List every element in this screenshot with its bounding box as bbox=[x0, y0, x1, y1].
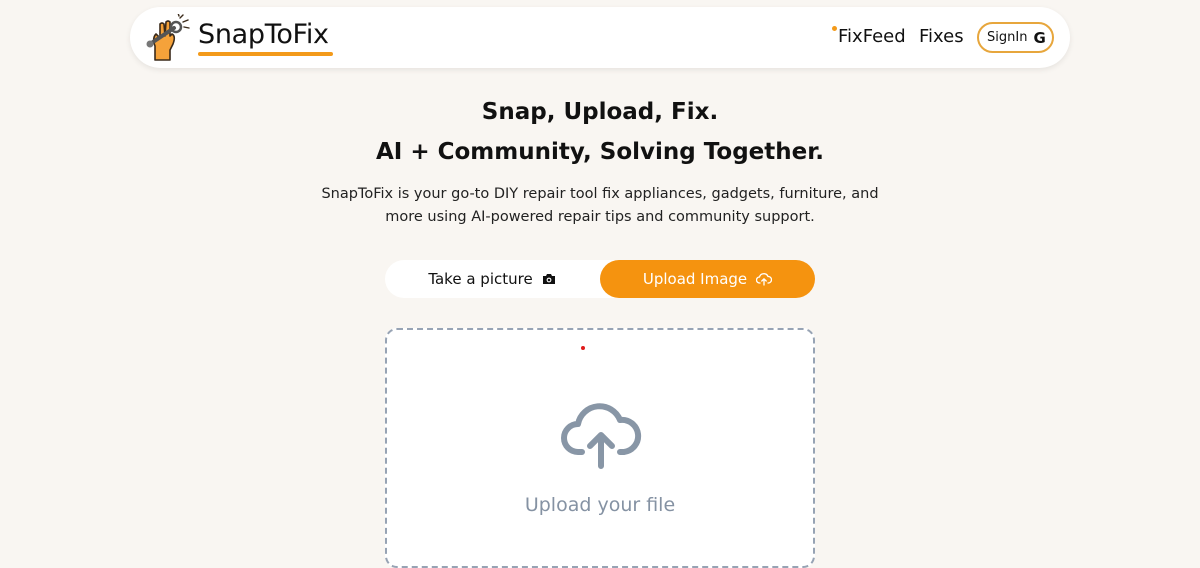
brand-underline bbox=[198, 52, 333, 56]
hand-wrench-logo-icon[interactable] bbox=[146, 12, 192, 62]
camera-icon bbox=[542, 273, 556, 285]
status-dot bbox=[581, 346, 585, 350]
upload-your-file-label: Upload your file bbox=[524, 494, 676, 516]
upload-image-tab[interactable]: Upload Image bbox=[600, 260, 815, 298]
cloud-upload-icon bbox=[756, 272, 773, 286]
google-icon: G bbox=[1033, 28, 1046, 47]
nav-link-fixes[interactable]: Fixes bbox=[919, 25, 964, 49]
brand-name[interactable]: SnapToFix bbox=[198, 19, 329, 51]
hero-description: SnapToFix is your go-to DIY repair tool … bbox=[321, 186, 879, 225]
take-picture-tab[interactable]: Take a picture bbox=[385, 260, 599, 298]
hero-headline: Snap, Upload, Fix. bbox=[481, 99, 719, 125]
hero-subheadline: AI + Community, Solving Together. bbox=[375, 139, 825, 165]
cloud-upload-icon bbox=[560, 400, 644, 472]
fixfeed-notification-dot bbox=[832, 26, 837, 31]
nav-link-fixfeed[interactable]: FixFeed bbox=[838, 25, 906, 49]
mode-toggle: Take a picture Upload Image bbox=[385, 260, 815, 298]
top-navbar: SnapToFix FixFeed Fixes SignIn G bbox=[130, 7, 1070, 68]
upload-image-label: Upload Image bbox=[642, 270, 748, 288]
take-picture-label: Take a picture bbox=[428, 270, 533, 288]
signin-button[interactable]: SignIn G bbox=[977, 22, 1054, 53]
signin-label: SignIn bbox=[987, 30, 1028, 45]
upload-dropzone[interactable]: Upload your file bbox=[385, 328, 815, 568]
